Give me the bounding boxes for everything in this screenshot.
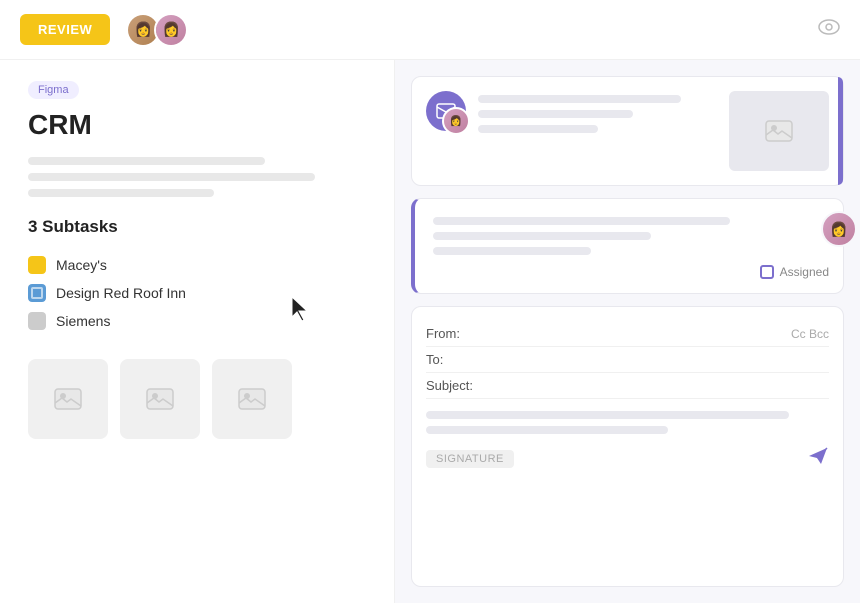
project-title: CRM — [28, 109, 366, 141]
subtask-icon-blue — [28, 284, 46, 302]
subtask-icon-gray — [28, 312, 46, 330]
compose-subject-label: Subject: — [426, 378, 476, 393]
thumbnail-1 — [28, 359, 108, 439]
email-image-placeholder — [729, 91, 829, 171]
top-bar: REVIEW 👩 👩 — [0, 0, 860, 60]
desc-line-3 — [28, 189, 214, 197]
thumbnail-3 — [212, 359, 292, 439]
compose-to-label: To: — [426, 352, 476, 367]
desc-line-1 — [28, 157, 265, 165]
email-avatar-wrapper: 👩 — [426, 91, 466, 131]
accent-text-line-3 — [433, 247, 591, 255]
subtask-label-siemens: Siemens — [56, 313, 110, 329]
subtask-label-redroof: Design Red Roof Inn — [56, 285, 186, 301]
right-panel: 👩 👩 — [395, 60, 860, 603]
thumbnail-2 — [120, 359, 200, 439]
compose-to-field: To: — [426, 347, 829, 373]
top-bar-left: REVIEW 👩 👩 — [20, 13, 188, 47]
compose-from-label: From: — [426, 326, 476, 341]
subtask-list: Macey's Design Red Roof Inn Siemens — [28, 251, 366, 335]
figma-badge: Figma — [28, 81, 79, 99]
email-card-top-content: 👩 — [426, 91, 829, 171]
email-card-top: 👩 — [411, 76, 844, 186]
email-content-top — [478, 91, 717, 140]
assigned-label: Assigned — [780, 265, 829, 279]
thumbnail-row — [28, 359, 366, 439]
subtask-label-maceys: Macey's — [56, 257, 107, 273]
email-sender-avatar: 👩 — [442, 107, 470, 135]
avatar-group: 👩 👩 — [126, 13, 188, 47]
avatar-2: 👩 — [154, 13, 188, 47]
accent-text-line-1 — [433, 217, 730, 225]
desc-line-2 — [28, 173, 315, 181]
compose-subject-field: Subject: — [426, 373, 829, 399]
assigned-checkbox[interactable] — [760, 265, 774, 279]
email-compose: From: Cc Bcc To: Subject: SIGNATURE — [411, 306, 844, 587]
email-text-line-2 — [478, 110, 633, 118]
subtask-icon-yellow — [28, 256, 46, 274]
compose-cc-label: Cc Bcc — [791, 327, 829, 341]
subtasks-title: 3 Subtasks — [28, 217, 366, 237]
email-card-middle: 👩 Assigned — [411, 198, 844, 294]
email-accent-avatar: 👩 — [821, 211, 857, 247]
body-line-1 — [426, 411, 789, 419]
eye-icon[interactable] — [818, 18, 840, 41]
main-layout: Figma CRM 3 Subtasks Macey's Design Red … — [0, 60, 860, 603]
review-button[interactable]: REVIEW — [20, 14, 110, 45]
subtask-item-maceys: Macey's — [28, 251, 366, 279]
assigned-row: Assigned — [433, 265, 829, 279]
signature-badge: SIGNATURE — [426, 450, 514, 468]
compose-from-field: From: Cc Bcc — [426, 321, 829, 347]
right-accent-bar — [838, 77, 843, 185]
email-text-line-1 — [478, 95, 681, 103]
email-text-line-3 — [478, 125, 598, 133]
subtask-item-redroof: Design Red Roof Inn — [28, 279, 366, 307]
send-icon[interactable] — [807, 446, 829, 472]
body-line-2 — [426, 426, 668, 434]
avatar-2-img: 👩 — [156, 15, 186, 45]
left-panel: Figma CRM 3 Subtasks Macey's Design Red … — [0, 60, 395, 603]
subtask-item-siemens: Siemens — [28, 307, 366, 335]
description-lines — [28, 157, 366, 197]
accent-text-line-2 — [433, 232, 651, 240]
compose-actions: SIGNATURE — [426, 446, 829, 472]
compose-body — [426, 411, 829, 434]
